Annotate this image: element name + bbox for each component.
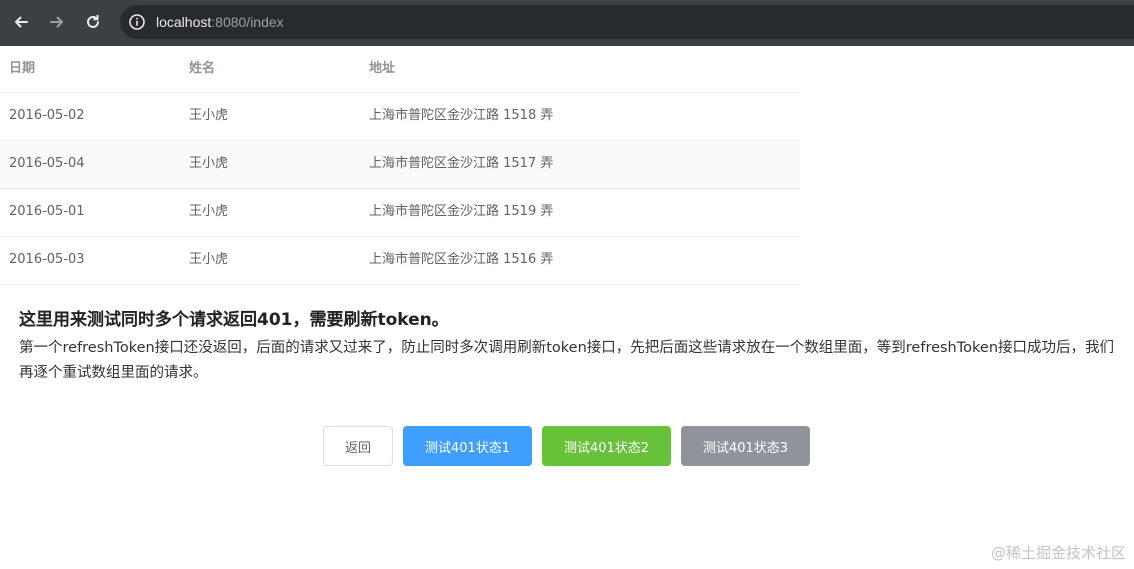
cell-date: 2016-05-04 [9, 156, 85, 171]
cell-date: 2016-05-02 [9, 108, 85, 123]
section-heading: 这里用来测试同时多个请求返回401，需要刷新token。 [19, 310, 449, 330]
cell-date: 2016-05-01 [9, 204, 85, 219]
cell-name: 王小虎 [189, 204, 229, 219]
cell-date: 2016-05-03 [9, 252, 85, 267]
reload-icon[interactable] [80, 9, 106, 35]
table-header: 日期 姓名 地址 [0, 46, 800, 93]
cell-address: 上海市普陀区金沙江路 1516 弄 [369, 252, 554, 267]
info-icon[interactable] [128, 13, 146, 31]
table-row: 2016-05-01 王小虎 上海市普陀区金沙江路 1519 弄 [0, 189, 800, 237]
header-address: 地址 [369, 61, 396, 76]
back-button[interactable]: 返回 [323, 426, 393, 466]
url-text[interactable]: localhost:8080/index [156, 12, 284, 32]
cell-address: 上海市普陀区金沙江路 1519 弄 [369, 204, 554, 219]
cell-address: 上海市普陀区金沙江路 1518 弄 [369, 108, 554, 123]
forward-arrow-icon[interactable] [44, 9, 70, 35]
address-bar[interactable]: localhost:8080/index [120, 5, 1134, 39]
test-401-button-3[interactable]: 测试401状态3 [681, 426, 810, 466]
cell-address: 上海市普陀区金沙江路 1517 弄 [369, 156, 554, 171]
data-table: 日期 姓名 地址 2016-05-02 王小虎 上海市普陀区金沙江路 1518 … [0, 46, 800, 285]
header-name: 姓名 [189, 61, 216, 76]
section-description: 第一个refreshToken接口还没返回，后面的请求又过来了，防止同时多次调用… [19, 340, 1115, 381]
cell-name: 王小虎 [189, 252, 229, 267]
back-arrow-icon[interactable] [8, 9, 34, 35]
table-row: 2016-05-02 王小虎 上海市普陀区金沙江路 1518 弄 [0, 93, 800, 141]
watermark: @稀土掘金技术社区 [990, 544, 1126, 562]
browser-toolbar: localhost:8080/index [0, 0, 1134, 46]
cell-name: 王小虎 [189, 108, 229, 123]
table-row: 2016-05-03 王小虎 上海市普陀区金沙江路 1516 弄 [0, 237, 800, 285]
table-row: 2016-05-04 王小虎 上海市普陀区金沙江路 1517 弄 [0, 141, 800, 189]
test-401-button-2[interactable]: 测试401状态2 [542, 426, 671, 466]
url-host: localhost [156, 14, 212, 30]
test-401-button-1[interactable]: 测试401状态1 [403, 426, 532, 466]
url-path: :8080/index [211, 14, 284, 30]
header-date: 日期 [9, 61, 36, 76]
cell-name: 王小虎 [189, 156, 229, 171]
